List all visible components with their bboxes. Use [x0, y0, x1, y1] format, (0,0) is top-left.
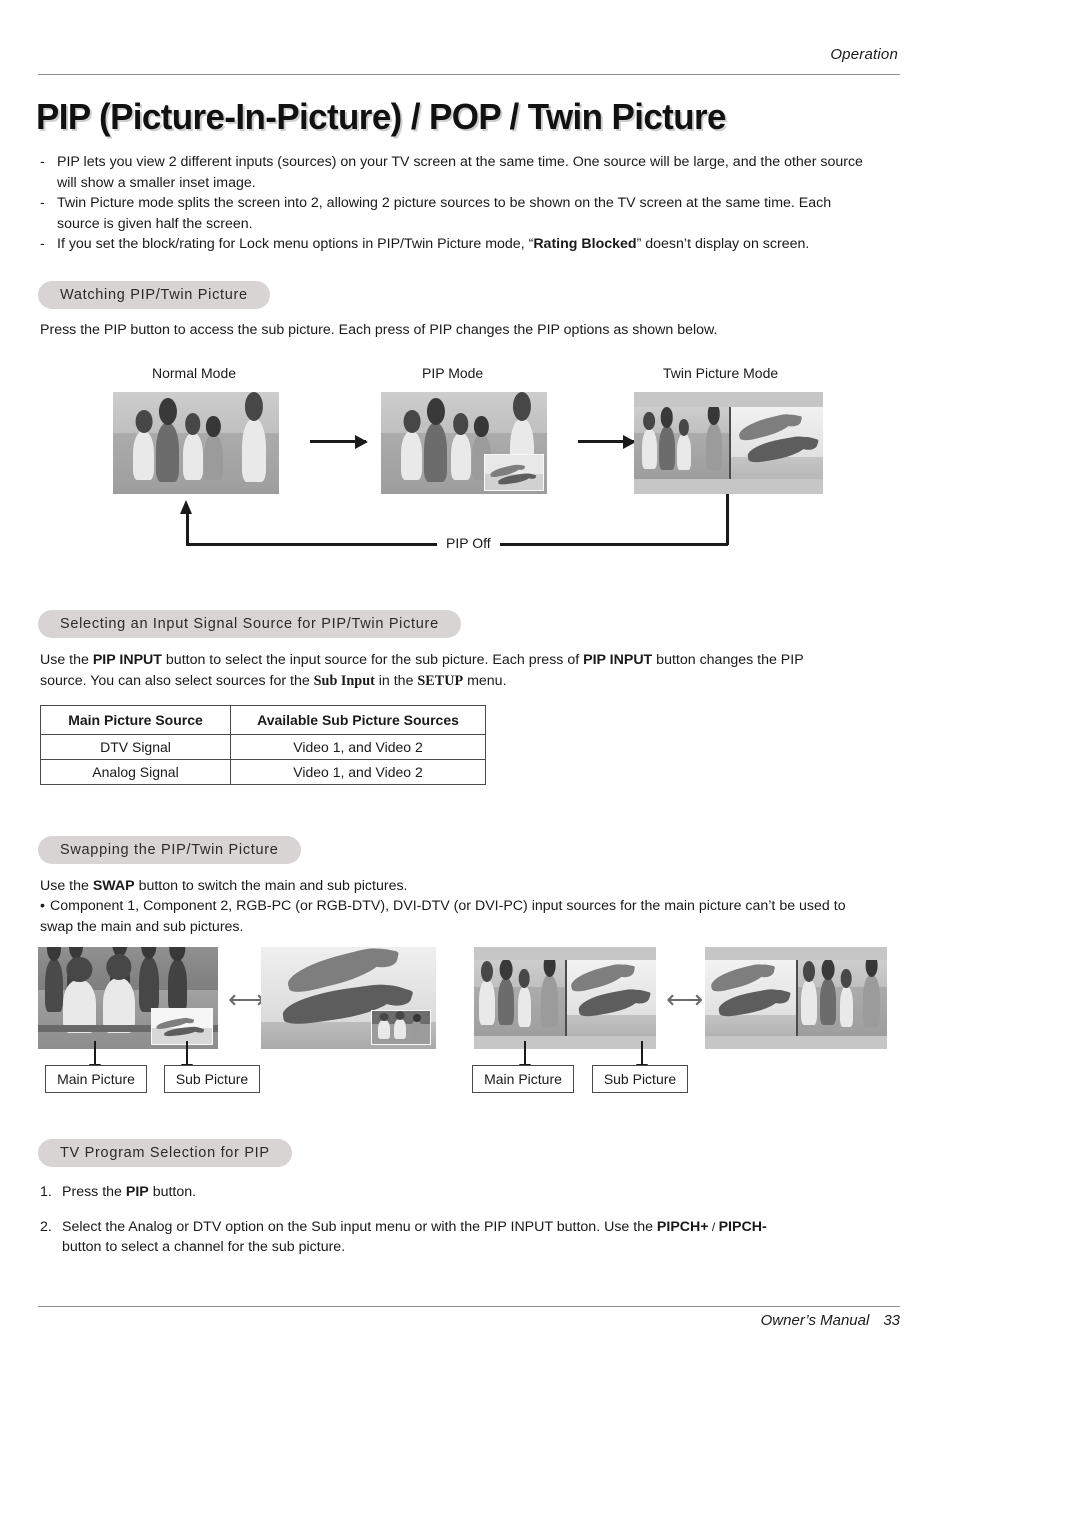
swap-twin-right-pane [565, 960, 656, 1036]
table-cell-sub-sources: Video 1, and Video 2 [230, 759, 486, 785]
swap-pip-before-image [38, 947, 218, 1049]
section-heading-input-source: Selecting an Input Signal Source for PIP… [38, 610, 461, 638]
swap-twin-after-divider [796, 960, 798, 1036]
pip-off-loop-diagram: PIP Off [0, 0, 1080, 600]
swap-pip-after-inset-window [371, 1010, 431, 1045]
swap-pip-after-image [261, 947, 436, 1049]
label-main-picture-1: Main Picture [45, 1065, 147, 1093]
step-2-text: Select the Analog or DTV option on the S… [62, 1218, 767, 1256]
footer-manual-label: Owner’s Manual [760, 1312, 870, 1329]
pip-input-term: PIP INPUT [92, 652, 162, 668]
bullet-marker: • [40, 898, 45, 914]
swap-arrow-icon-2: ⟷ [666, 984, 703, 1014]
table-row: Analog Signal Video 1, and Video 2 [40, 759, 486, 785]
label-sub-picture-1: Sub Picture [164, 1065, 260, 1093]
footer: Owner’s Manual 33 [761, 1312, 900, 1329]
pip-input-term-2: PIP INPUT [583, 652, 653, 668]
swap-twin-left-pane [474, 960, 565, 1036]
swapping-line-2: • Component 1, Component 2, RGB-PC (or RG… [40, 896, 860, 937]
step-1-number: 1. [40, 1184, 52, 1200]
section-heading-tv-program: TV Program Selection for PIP [38, 1139, 292, 1167]
table-row: DTV Signal Video 1, and Video 2 [40, 734, 486, 760]
pip-off-label: PIP Off [437, 535, 500, 551]
swapping-line-2-text: Component 1, Component 2, RGB-PC (or RGB… [40, 898, 846, 935]
source-table: Main Picture Source Available Sub Pictur… [40, 705, 486, 785]
step-1: 1. Press the PIP button. [40, 1182, 800, 1203]
pip-button-term: PIP [125, 1184, 149, 1200]
swap-twin-after-image [705, 947, 887, 1049]
table-header-row: Main Picture Source Available Sub Pictur… [40, 705, 486, 735]
footer-divider [38, 1306, 900, 1307]
setup-term: SETUP [417, 672, 464, 689]
swap-twin-divider [565, 960, 567, 1036]
step-1-text: Press the PIP button. [62, 1184, 197, 1200]
step-2-number: 2. [40, 1218, 52, 1235]
swap-term: SWAP [92, 878, 135, 894]
table-col-main-source: Main Picture Source [40, 705, 231, 735]
table-cell-main-source: DTV Signal [40, 734, 231, 760]
swap-arrow-icon-1: ⟷ [228, 984, 265, 1014]
swapping-line-1: Use the SWAP button to switch the main a… [40, 878, 408, 894]
swap-twin-before-image [474, 947, 656, 1049]
section-heading-swapping: Swapping the PIP/Twin Picture [38, 836, 301, 864]
pipch-plus-term: PIPCH+ [656, 1218, 709, 1235]
label-main-picture-2: Main Picture [472, 1065, 574, 1093]
table-col-sub-sources: Available Sub Picture Sources [230, 705, 486, 735]
table-cell-sub-sources: Video 1, and Video 2 [230, 734, 486, 760]
step-2: 2. Select the Analog or DTV option on th… [40, 1217, 800, 1258]
swap-twin-after-right-pane [796, 960, 887, 1036]
label-sub-picture-2: Sub Picture [592, 1065, 688, 1093]
table-cell-main-source: Analog Signal [40, 759, 231, 785]
swap-twin-after-left-pane [705, 960, 796, 1036]
footer-page-number: 33 [883, 1312, 900, 1329]
swap-pip-inset-window [151, 1008, 213, 1045]
sub-input-term: Sub Input [313, 672, 375, 689]
pipch-minus-term: PIPCH- [718, 1218, 767, 1235]
input-source-paragraph: Use the PIP INPUT button to select the i… [40, 652, 804, 689]
tv-program-steps: 1. Press the PIP button. 2. Select the A… [40, 1182, 800, 1272]
loop-arrowhead-icon [180, 500, 192, 514]
